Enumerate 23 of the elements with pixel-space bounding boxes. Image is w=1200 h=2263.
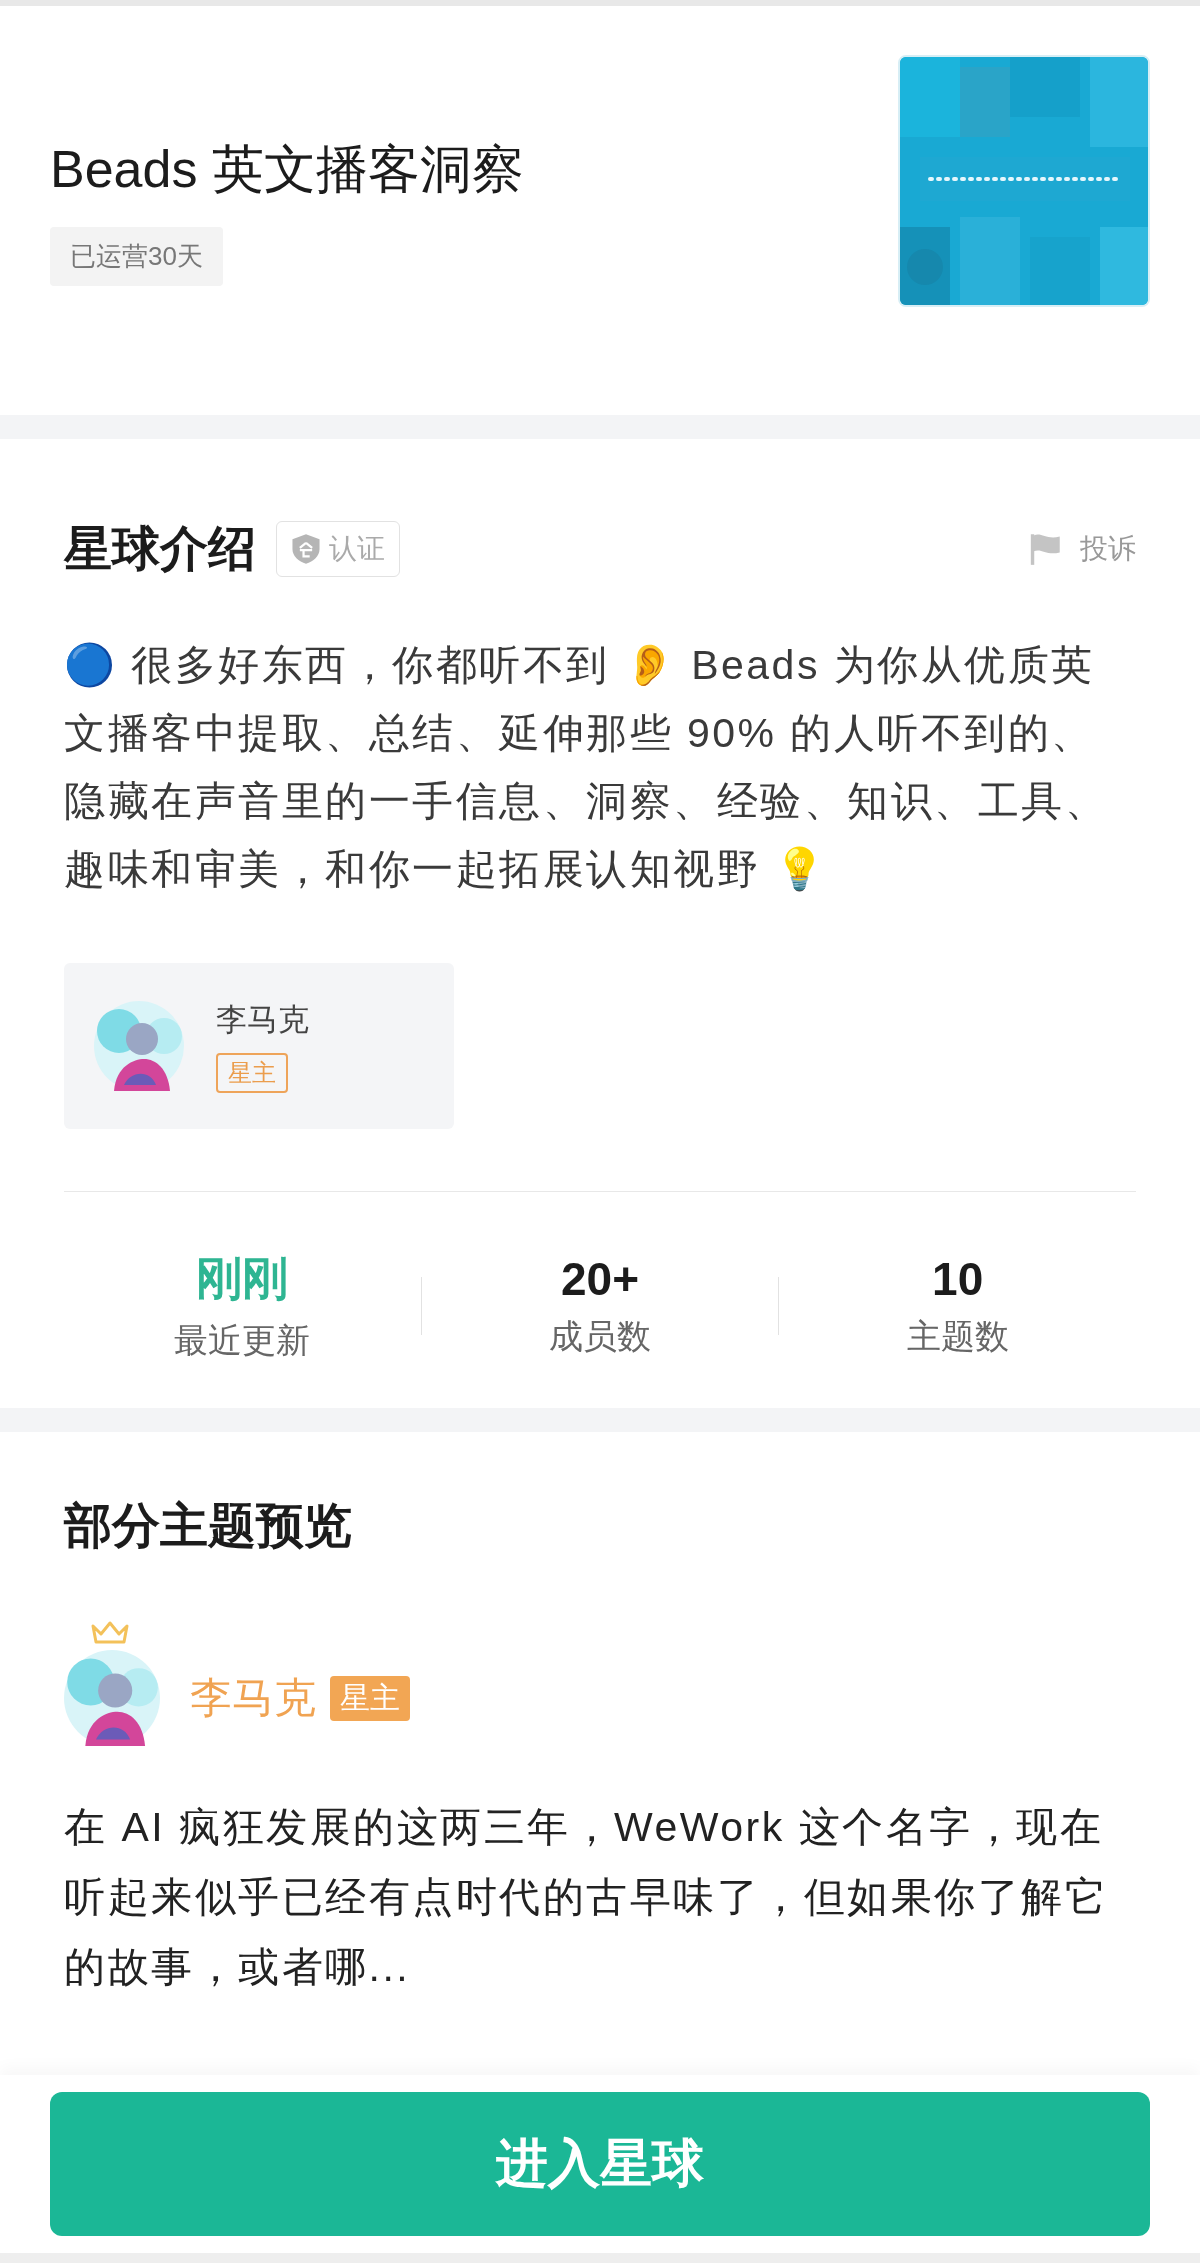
group-title: Beads 英文播客洞察 [50, 139, 524, 200]
owner-name: 李马克 [216, 1001, 309, 1039]
stat-value: 20+ [561, 1252, 639, 1306]
crown-icon [90, 1620, 130, 1646]
stat-label: 成员数 [549, 1316, 651, 1357]
role-tag: 星主 [216, 1053, 288, 1093]
flag-icon [1028, 532, 1062, 566]
stat-value: 10 [932, 1252, 984, 1306]
enter-button[interactable]: 进入星球 [50, 2092, 1150, 2236]
stat-label: 主题数 [906, 1316, 1009, 1357]
stat-value: 刚刚 [196, 1251, 289, 1306]
verified-badge: 认证 [276, 521, 400, 577]
owner-card[interactable]: 李马克 星主 [64, 963, 454, 1129]
shield-icon [291, 533, 321, 565]
author-name[interactable]: 李马克 [190, 1670, 316, 1726]
section-heading: 星球介绍 [64, 521, 256, 577]
post-excerpt[interactable]: 在 AI 疯狂发展的这两三年，WeWork 这个名字，现在听起来似乎已经有点时代的古早味了，但如果你了解它的故事，或者哪... [64, 1792, 1136, 2002]
role-tag: 星主 [330, 1675, 410, 1721]
section-heading: 部分主题预览 [64, 1498, 353, 1554]
age-badge: 已运营30天 [50, 227, 223, 286]
stat-label: 最近更新 [174, 1320, 311, 1361]
report-button[interactable]: 投诉 [1028, 530, 1136, 568]
group-description: 🔵 很多好东西，你都听不到 👂 Beads 为你从优质英文播客中提取、总结、延伸那些 90% 的人听不到的、隐藏在声音里的一手信息、洞察、经验、知识、工具、趣味和审美，和你一起拓展认知视野 💡 [64, 641, 1109, 894]
